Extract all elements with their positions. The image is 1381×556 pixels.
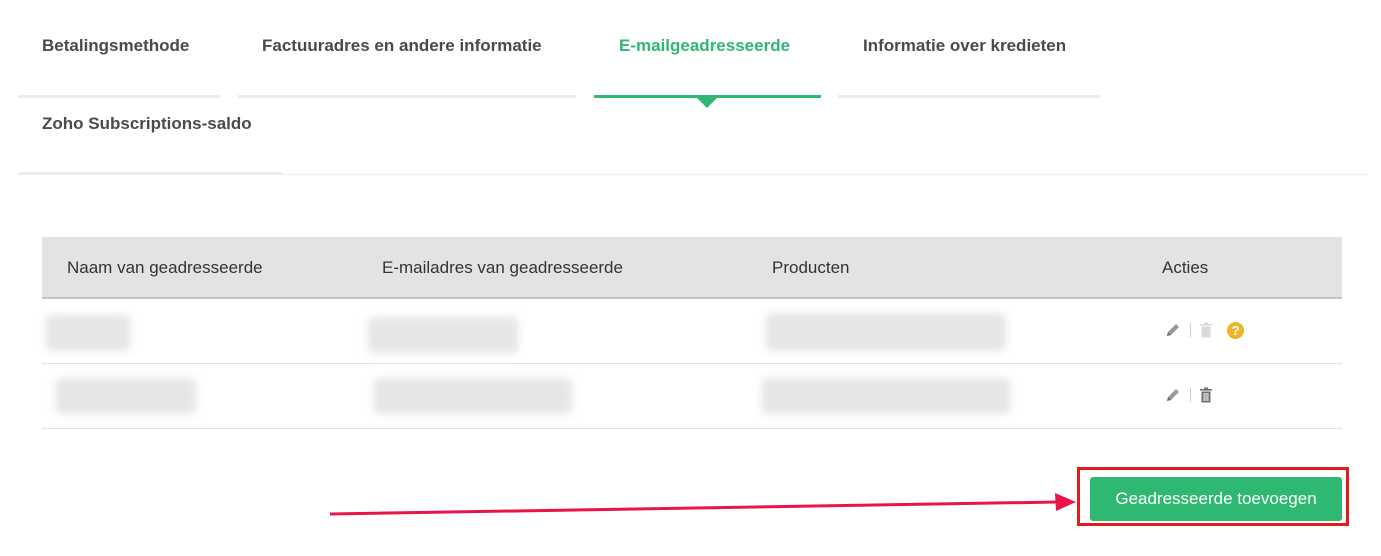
add-recipient-button[interactable]: Geadresseerde toevoegen [1090,477,1342,521]
